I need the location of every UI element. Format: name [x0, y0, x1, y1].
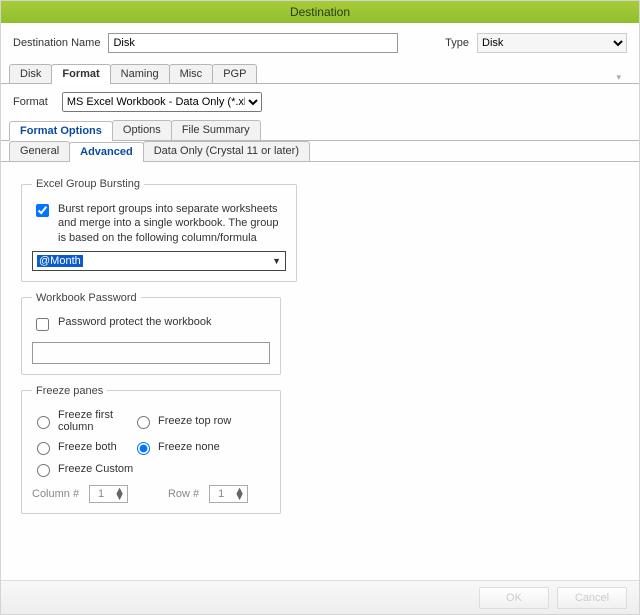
main-tabs: Disk Format Naming Misc PGP ▾ [1, 59, 639, 84]
freeze-fieldset: Freeze panes Freeze first column Freeze … [21, 385, 281, 514]
radio-freeze-top-row[interactable]: Freeze top row [132, 409, 242, 433]
sub-tabs: General Advanced Data Only (Crystal 11 o… [1, 141, 639, 162]
format-select[interactable]: MS Excel Workbook - Data Only (*.xlsx) [62, 92, 262, 112]
destination-dialog: Destination Destination Name Type Disk D… [0, 0, 640, 615]
password-fieldset: Workbook Password Password protect the w… [21, 292, 281, 375]
group-bursting-fieldset: Excel Group Bursting Burst report groups… [21, 178, 297, 282]
subtab-advanced[interactable]: Advanced [69, 142, 144, 162]
type-select[interactable]: Disk [477, 33, 627, 53]
tab-format[interactable]: Format [51, 64, 110, 84]
subtab-general[interactable]: General [9, 141, 70, 161]
password-checkbox[interactable] [36, 318, 49, 331]
stab-format-options[interactable]: Format Options [9, 121, 113, 141]
password-label: Password protect the workbook [58, 316, 211, 328]
tab-misc[interactable]: Misc [169, 64, 214, 83]
dialog-footer: OK Cancel [1, 580, 639, 614]
radio-freeze-none[interactable]: Freeze none [132, 439, 242, 455]
advanced-content: Excel Group Bursting Burst report groups… [1, 162, 639, 534]
tab-naming[interactable]: Naming [110, 64, 170, 83]
password-legend: Workbook Password [32, 292, 141, 304]
chevron-down-icon: ▼ [272, 256, 281, 266]
header-form: Destination Name Type Disk [1, 23, 639, 59]
radio-freeze-first-col[interactable]: Freeze first column [32, 409, 132, 433]
bursting-checkbox[interactable] [36, 204, 49, 217]
spinner-arrows-icon: ▲▼ [112, 488, 127, 500]
column-num-spinner[interactable]: ▲▼ [89, 485, 128, 503]
destination-name-input[interactable] [108, 33, 398, 53]
row-num-input[interactable] [210, 486, 232, 502]
bursting-column-select[interactable]: @Month ▼ [32, 251, 286, 271]
stab-file-summary[interactable]: File Summary [171, 120, 261, 140]
password-input[interactable] [32, 342, 270, 364]
cancel-button[interactable]: Cancel [557, 587, 627, 609]
radio-freeze-both[interactable]: Freeze both [32, 439, 132, 455]
radio-freeze-custom[interactable]: Freeze Custom [32, 461, 242, 477]
ok-button[interactable]: OK [479, 587, 549, 609]
bursting-desc: Burst report groups into separate worksh… [58, 202, 286, 245]
column-num-label: Column # [32, 488, 79, 500]
window-title: Destination [1, 1, 639, 23]
column-num-input[interactable] [90, 486, 112, 502]
format-row: Format MS Excel Workbook - Data Only (*.… [1, 84, 639, 120]
stab-options[interactable]: Options [112, 120, 172, 140]
bursting-column-value: @Month [37, 255, 83, 267]
row-num-spinner[interactable]: ▲▼ [209, 485, 248, 503]
group-bursting-legend: Excel Group Bursting [32, 178, 144, 190]
format-label: Format [13, 96, 48, 108]
type-label: Type [445, 37, 469, 49]
row-num-label: Row # [168, 488, 199, 500]
tab-disk[interactable]: Disk [9, 64, 52, 83]
destination-name-label: Destination Name [13, 37, 100, 49]
subtab-dataonly[interactable]: Data Only (Crystal 11 or later) [143, 141, 310, 161]
freeze-legend: Freeze panes [32, 385, 107, 397]
tab-pgp[interactable]: PGP [212, 64, 257, 83]
section-tabs: Format Options Options File Summary [1, 120, 639, 141]
spinner-arrows-icon: ▲▼ [232, 488, 247, 500]
collapse-caret-icon[interactable]: ▾ [616, 72, 631, 83]
